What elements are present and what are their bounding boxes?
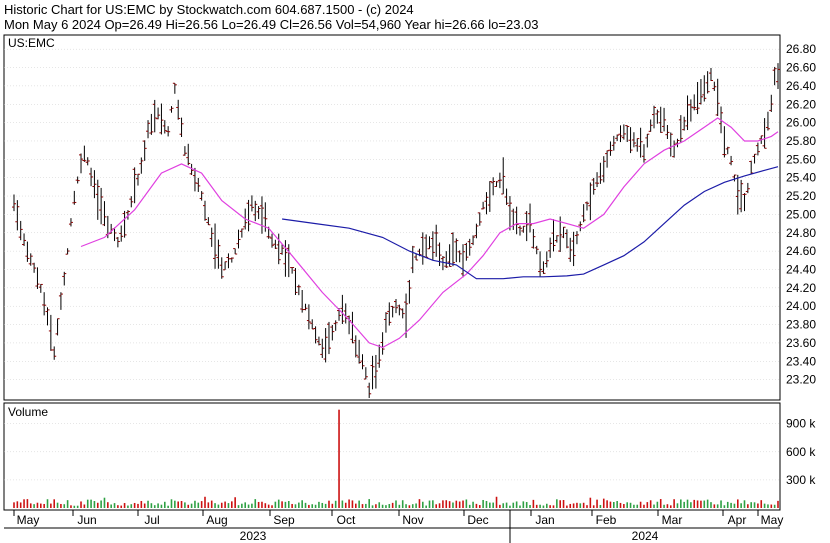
price-panel [3,34,781,401]
volume-tick-label: 600 k [786,445,816,459]
price-tick-label: 24.60 [786,244,816,258]
month-label: Aug [206,513,227,527]
price-tick-label: 24.80 [786,226,816,240]
volume-panel [3,402,781,511]
stockwatch-chart: Historic Chart for US:EMC by Stockwatch.… [0,0,830,543]
price-tick-label: 23.60 [786,336,816,350]
year-label: 2024 [632,529,659,543]
price-tick-label: 25.60 [786,152,816,166]
month-label: Sep [273,513,295,527]
price-tick-label: 25.40 [786,171,816,185]
month-label: Mar [662,513,683,527]
price-tick-label: 26.20 [786,97,816,111]
price-tick-label: 25.00 [786,207,816,221]
price-tick-label: 24.40 [786,262,816,276]
volume-label: Volume [8,405,48,419]
month-label: Jul [144,513,159,527]
month-label: May [17,513,40,527]
price-tick-label: 25.80 [786,134,816,148]
month-label: Jan [535,513,554,527]
symbol-label: US:EMC [8,36,55,50]
year-label: 2023 [240,529,267,543]
volume-tick-label: 300 k [786,473,816,487]
month-label: Feb [596,513,617,527]
month-label: Apr [728,513,747,527]
price-tick-label: 23.40 [786,354,816,368]
price-tick-label: 25.20 [786,189,816,203]
price-tick-label: 24.20 [786,281,816,295]
month-label: Oct [337,513,356,527]
volume-tick-label: 900 k [786,417,816,431]
price-tick-label: 26.40 [786,79,816,93]
month-label: Nov [402,513,423,527]
price-tick-label: 24.00 [786,299,816,313]
price-tick-label: 26.60 [786,61,816,75]
month-label: May [761,513,784,527]
price-tick-label: 23.80 [786,318,816,332]
price-tick-label: 26.80 [786,42,816,56]
month-label: Jun [77,513,96,527]
chart-canvas: 23.20 23.40 23.60 23.80 24.00 24.20 24.40 24.60… [3,34,816,543]
price-tick-label: 26.00 [786,116,816,130]
month-label: Dec [467,513,488,527]
price-tick-label: 23.20 [786,373,816,387]
